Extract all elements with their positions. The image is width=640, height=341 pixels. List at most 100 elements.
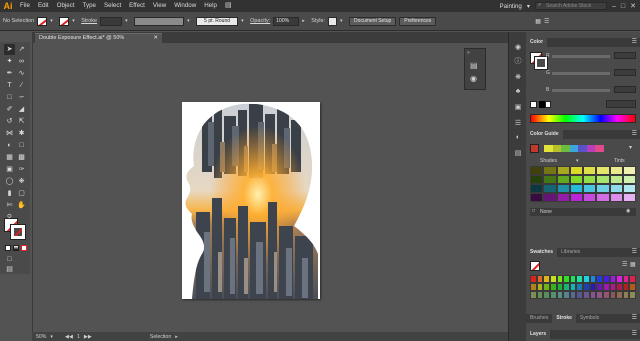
close-window-button[interactable]: ✕ (630, 2, 636, 10)
swatch-cell[interactable] (622, 291, 630, 299)
rectangle-tool-icon[interactable]: □ (4, 92, 15, 103)
graphic-style-swatch[interactable] (328, 16, 338, 26)
color-guide-cell[interactable] (569, 166, 583, 175)
menu-view[interactable]: View (149, 0, 170, 12)
pen-tool-icon[interactable]: ✒ (4, 68, 15, 79)
color-white-swatch[interactable] (545, 101, 551, 108)
tab-swatches[interactable]: Swatches (526, 248, 558, 257)
color-guide-cell[interactable] (543, 175, 557, 184)
bridge-icon[interactable]: ▤ (221, 0, 236, 12)
artboard-tool-icon[interactable]: ▢ (16, 188, 27, 199)
stroke-dropdown-icon[interactable]: ▾ (72, 17, 78, 26)
none-mode-icon[interactable] (20, 244, 27, 251)
workspace-switcher[interactable]: Painting (500, 3, 522, 10)
workspace-chevron-icon[interactable]: ▾ (527, 3, 530, 10)
swatch-cell[interactable] (616, 283, 623, 291)
swatch-cell[interactable] (549, 291, 557, 299)
style-chevron-icon[interactable]: ▾ (340, 17, 346, 26)
symbol-sprayer-tool-icon[interactable]: ❋ (16, 176, 27, 187)
swatch-cell[interactable] (543, 275, 550, 283)
swatch-cell[interactable] (616, 275, 623, 283)
swatch-cell[interactable] (616, 291, 623, 299)
swatch-cell[interactable] (609, 283, 617, 291)
swatch-cell[interactable] (583, 291, 590, 299)
swatch-cell[interactable] (602, 283, 610, 291)
scale-tool-icon[interactable]: ⇱ (16, 116, 27, 127)
layers-menu-icon[interactable]: ☰ (632, 330, 637, 339)
collapse-panel-icon[interactable]: » (467, 50, 470, 56)
zoom-level[interactable]: 50% (36, 334, 46, 340)
eraser-tool-icon[interactable]: ◢ (16, 104, 27, 115)
swatch-cell[interactable] (583, 275, 590, 283)
swatch-cell[interactable] (563, 283, 570, 291)
swatch-cell[interactable] (602, 291, 610, 299)
puppet-warp-tool-icon[interactable]: ✱ (16, 128, 27, 139)
swatches-grid[interactable] (530, 275, 636, 299)
brushes-panel-icon[interactable]: ❋ (513, 72, 523, 82)
opacity-field[interactable]: 100% (273, 16, 300, 26)
channel-b-field[interactable] (614, 86, 636, 93)
mesh-tool-icon[interactable]: ▩ (16, 152, 27, 163)
channel-g-field[interactable] (614, 69, 636, 76)
curvature-tool-icon[interactable]: ∿ (16, 68, 27, 79)
fill-swatch[interactable] (37, 16, 48, 26)
transparency-panel-icon[interactable]: ◐ (513, 132, 523, 142)
color-guide-cell[interactable] (530, 175, 544, 184)
minimize-button[interactable]: – (612, 3, 616, 10)
artboard[interactable] (182, 102, 320, 299)
swatch-cell[interactable] (536, 275, 544, 283)
stroke-label[interactable]: Stroke (81, 18, 97, 24)
info-panel-icon[interactable]: ⓘ (513, 56, 523, 66)
color-guide-cell[interactable] (609, 166, 623, 175)
menu-edit[interactable]: Edit (34, 0, 53, 12)
swatch-cell[interactable] (556, 275, 564, 283)
selection-tool-icon[interactable]: ➤ (4, 44, 15, 55)
gradient-mode-icon[interactable] (12, 244, 19, 251)
tab-color[interactable]: Color (526, 38, 548, 47)
swatches-menu-icon[interactable]: ☰ (632, 248, 637, 257)
color-spectrum[interactable] (530, 114, 636, 123)
none-swatch-icon[interactable]: □ (532, 208, 535, 214)
swatch-cell[interactable] (543, 291, 550, 299)
direct-selection-tool-icon[interactable]: ↗ (16, 44, 27, 55)
profile-chevron-icon[interactable]: ▾ (187, 17, 193, 26)
color-guide-cell[interactable] (609, 175, 623, 184)
swatch-cell[interactable] (622, 275, 630, 283)
swatch-cell[interactable] (530, 275, 537, 283)
swatch-cell[interactable] (556, 283, 564, 291)
swatch-cell[interactable] (589, 283, 597, 291)
color-guide-cell[interactable] (543, 193, 557, 202)
swatch-cell[interactable] (589, 275, 597, 283)
status-mode[interactable]: Selection (150, 334, 171, 340)
document-setup-button[interactable]: Document Setup (349, 16, 397, 26)
color-guide-cell[interactable] (622, 184, 636, 193)
swatch-cell[interactable] (596, 283, 603, 291)
swatch-cell[interactable] (589, 291, 597, 299)
stroke-weight-chevron-icon[interactable]: ▾ (125, 17, 131, 26)
thumbnail-view-icon[interactable]: ▦ (630, 261, 636, 268)
slice-tool-icon[interactable]: ✄ (4, 200, 15, 211)
menu-select[interactable]: Select (100, 0, 125, 12)
color-guide-cell[interactable] (596, 166, 610, 175)
stroke-panel-icon[interactable]: ☰ (513, 118, 523, 128)
hand-tool-icon[interactable]: ✋ (16, 200, 27, 211)
next-artboard-icon[interactable]: ▶▶ (84, 334, 92, 340)
swatch-cell[interactable] (609, 275, 617, 283)
brush-definition[interactable]: 5 pt. Round (196, 16, 239, 26)
swatch-cell[interactable] (569, 283, 577, 291)
tab-libraries[interactable]: Libraries (557, 248, 584, 257)
arrange-documents-icon[interactable]: ▦ (535, 18, 541, 25)
channel-r-field[interactable] (614, 52, 636, 59)
swatch-cell[interactable] (609, 291, 617, 299)
swatch-cell[interactable] (530, 283, 537, 291)
edit-colors-icon[interactable]: ◉ (626, 208, 630, 214)
harmony-rules-chevron-icon[interactable]: ▾ (629, 144, 632, 151)
width-tool-icon[interactable]: ⋈ (4, 128, 15, 139)
swatch-cell[interactable] (629, 283, 636, 291)
swatch-cell[interactable] (536, 291, 544, 299)
close-document-icon[interactable]: ✕ (153, 34, 158, 43)
stroke-menu-icon[interactable]: ☰ (632, 314, 637, 323)
variable-width-profile[interactable] (134, 16, 185, 26)
color-guide-menu-icon[interactable]: ☰ (632, 130, 637, 139)
swatch-cell[interactable] (629, 275, 636, 283)
